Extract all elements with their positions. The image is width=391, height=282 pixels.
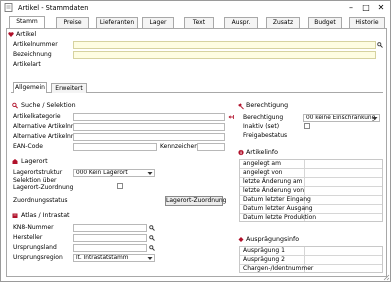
section-lagerort-title: Lagerort <box>21 158 48 165</box>
lagerort-zuordnung-checkbox[interactable] <box>117 183 123 189</box>
ean-code-field[interactable] <box>73 143 157 151</box>
kn8-label: KN8-Nummer <box>13 224 54 231</box>
auspraegung-2-label: Ausprägung 2 <box>243 256 285 263</box>
letzte-aenderung-am-label: letzte Änderung am <box>243 178 303 185</box>
tab-lieferanten[interactable]: Lieferanten <box>96 17 138 28</box>
artikelnummer-field[interactable] <box>73 41 376 49</box>
artikelkategorie-label: Artikelkategorie <box>13 113 61 120</box>
lagerortstruktur-dropdown[interactable]: 000 Kein Lagerort <box>73 169 155 177</box>
hersteller-field[interactable] <box>73 234 147 242</box>
ursprungsland-label: Ursprungsland <box>13 244 57 251</box>
chevron-down-icon <box>372 117 378 120</box>
section-berechtigung-title: Berechtigung <box>246 102 289 109</box>
info-icon <box>238 149 244 156</box>
subtab-allgemein[interactable]: Allgemein <box>13 82 47 93</box>
auspraegung-1-label: Ausprägung 1 <box>243 247 285 254</box>
gavel-icon <box>238 103 244 110</box>
datum-letzte-produktion-label: Datum letzte Produktion <box>243 214 317 221</box>
section-artikel-title: Artikel <box>16 31 37 38</box>
variant-icon <box>238 237 244 242</box>
resize-grip-icon[interactable] <box>382 273 390 281</box>
berechtigung-label: Berechtigung <box>243 114 284 121</box>
lagerort-zuordnung-button[interactable]: Lagerort-Zuordnung <box>165 196 226 206</box>
maximize-button[interactable]: □ <box>360 3 372 13</box>
selektion-ueber-label: Selektion über <box>13 177 57 184</box>
lagerortstruktur-label: Lagerortstruktur <box>13 169 63 176</box>
angelegt-am-label: angelegt am <box>243 160 281 167</box>
chargen-identnummer-label: Chargen-/Identnummer <box>243 265 314 272</box>
lagerortstruktur-value: 000 Kein Lagerort <box>76 170 128 176</box>
section-auspraegung-title: Ausprägungsinfo <box>246 236 300 243</box>
artikelart-label: Artikelart <box>13 61 41 68</box>
inaktiv-label: Inaktiv (set) <box>243 123 280 130</box>
tab-panel-stamm: Artikel Artikelnummer Bezeichnung Artike… <box>6 28 387 277</box>
arrow-left-icon[interactable] <box>228 114 234 120</box>
ursprungsland-field[interactable] <box>73 244 147 252</box>
chevron-down-icon <box>147 172 153 175</box>
alt-artikelnr-1-field[interactable] <box>73 123 225 131</box>
atlas-icon <box>12 213 18 218</box>
search-icon[interactable] <box>149 225 155 231</box>
tab-preise[interactable]: Preise <box>56 17 89 28</box>
close-button[interactable]: ✕ <box>375 3 387 13</box>
alt-artikelnr-1-label: Alternative Artikelnr. 1 <box>13 123 81 130</box>
berechtigung-dropdown[interactable]: 00 keine Einschränkung <box>303 114 380 122</box>
kennzeichen-label: Kennzeichen <box>160 143 199 150</box>
tab-lager[interactable]: Lager <box>142 17 174 28</box>
window: Artikel - Stammdaten – □ ✕ Stamm Preise … <box>0 0 391 282</box>
letzte-aenderung-von-label: letzte Änderung von <box>243 187 305 194</box>
bezeichnung-label: Bezeichnung <box>13 51 52 58</box>
alt-artikelnr-2-label: Alternative Artikelnr. 2 <box>13 133 81 140</box>
section-artikelinfo-title: Artikelinfo <box>246 149 278 156</box>
kn8-field[interactable] <box>73 224 147 232</box>
inaktiv-checkbox[interactable] <box>304 123 310 129</box>
window-title: Artikel - Stammdaten <box>18 4 89 12</box>
berechtigung-value: 00 keine Einschränkung <box>306 115 376 121</box>
zuordnungsstatus-label: Zuordnungsstatus <box>13 197 68 204</box>
subtab-erweitert[interactable]: Erweitert <box>51 83 87 93</box>
kennzeichen-field[interactable] <box>197 143 225 151</box>
datum-letzter-eingang-label: Datum letzter Eingang <box>243 196 311 203</box>
title-bar: Artikel - Stammdaten – □ ✕ <box>1 1 390 15</box>
freigabestatus-label: Freigabestatus <box>243 132 288 139</box>
chevron-down-icon <box>147 257 153 260</box>
search-icon[interactable] <box>149 235 155 241</box>
heart-icon <box>8 32 14 37</box>
bezeichnung-field[interactable] <box>73 51 376 59</box>
search-icon[interactable] <box>377 42 383 48</box>
section-atlas-title: Atlas / Intrastat <box>21 212 70 219</box>
tab-zusatz[interactable]: Zusatz <box>266 17 300 28</box>
tab-historie[interactable]: Historie <box>349 17 385 28</box>
warehouse-icon <box>12 159 18 164</box>
hersteller-label: Hersteller <box>13 234 43 241</box>
lagerort-zuordnung-label: Lagerort-Zuordnung <box>13 184 74 191</box>
ursprungsregion-dropdown[interactable]: lt. Intrastatstamm <box>73 254 155 262</box>
artikelart-field[interactable] <box>73 61 376 69</box>
tab-auspr[interactable]: Auspr. <box>224 17 258 28</box>
artikelnummer-label: Artikelnummer <box>13 41 58 48</box>
document-icon <box>4 3 13 12</box>
ursprungsregion-label: Ursprungsregion <box>13 254 63 261</box>
tab-budget[interactable]: Budget <box>308 17 342 28</box>
ean-code-label: EAN-Code <box>13 143 43 150</box>
angelegt-von-label: angelegt von <box>243 169 283 176</box>
minimize-button[interactable]: – <box>345 3 357 13</box>
ursprungsregion-value: lt. Intrastatstamm <box>76 255 129 261</box>
main-tabs: Stamm Preise Lieferanten Lager Text Ausp… <box>6 16 387 29</box>
tab-text[interactable]: Text <box>184 17 214 28</box>
magnifier-icon <box>12 102 18 109</box>
datum-letzter-ausgang-label: Datum letzter Ausgang <box>243 205 313 212</box>
artikelkategorie-field[interactable] <box>73 113 225 121</box>
freigabestatus-field <box>303 132 380 140</box>
zuordnungsstatus-field <box>73 197 161 205</box>
search-icon[interactable] <box>149 245 155 251</box>
alt-artikelnr-2-field[interactable] <box>73 133 225 141</box>
section-suche-title: Suche / Selektion <box>21 102 76 109</box>
